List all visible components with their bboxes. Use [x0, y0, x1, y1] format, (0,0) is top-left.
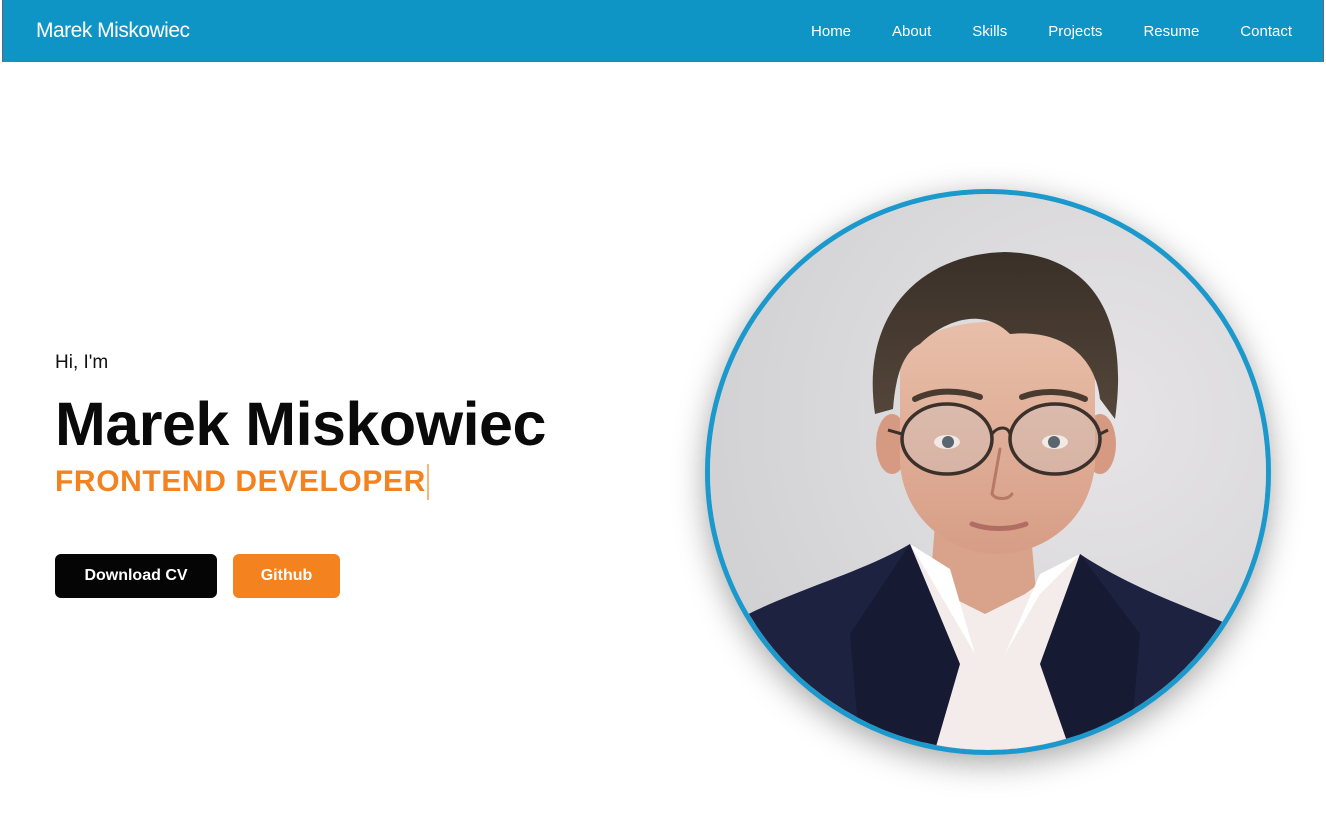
profile-photo-image	[710, 194, 1266, 750]
hero-name: Marek Miskowiec	[55, 390, 546, 458]
github-button[interactable]: Github	[233, 554, 340, 598]
typing-caret	[426, 464, 429, 500]
nav-link-resume[interactable]: Resume	[1143, 22, 1199, 42]
hero-role: FRONTEND DEVELOPER	[55, 464, 429, 500]
hero-greeting: Hi, I'm	[55, 352, 109, 373]
nav-link-home[interactable]: Home	[811, 22, 851, 42]
navbar: Marek Miskowiec Home About Skills Projec…	[2, 0, 1324, 62]
nav-link-skills[interactable]: Skills	[972, 22, 1007, 42]
nav-links: Home About Skills Projects Resume Contac…	[770, 22, 1292, 42]
brand-logo[interactable]: Marek Miskowiec	[36, 18, 190, 44]
page: Marek Miskowiec Home About Skills Projec…	[0, 0, 1326, 825]
profile-photo	[705, 189, 1271, 755]
download-cv-button[interactable]: Download CV	[55, 554, 217, 598]
nav-link-projects[interactable]: Projects	[1048, 22, 1102, 42]
nav-link-contact[interactable]: Contact	[1240, 22, 1292, 42]
hero-role-text: FRONTEND DEVELOPER	[55, 465, 426, 498]
nav-link-about[interactable]: About	[892, 22, 931, 42]
